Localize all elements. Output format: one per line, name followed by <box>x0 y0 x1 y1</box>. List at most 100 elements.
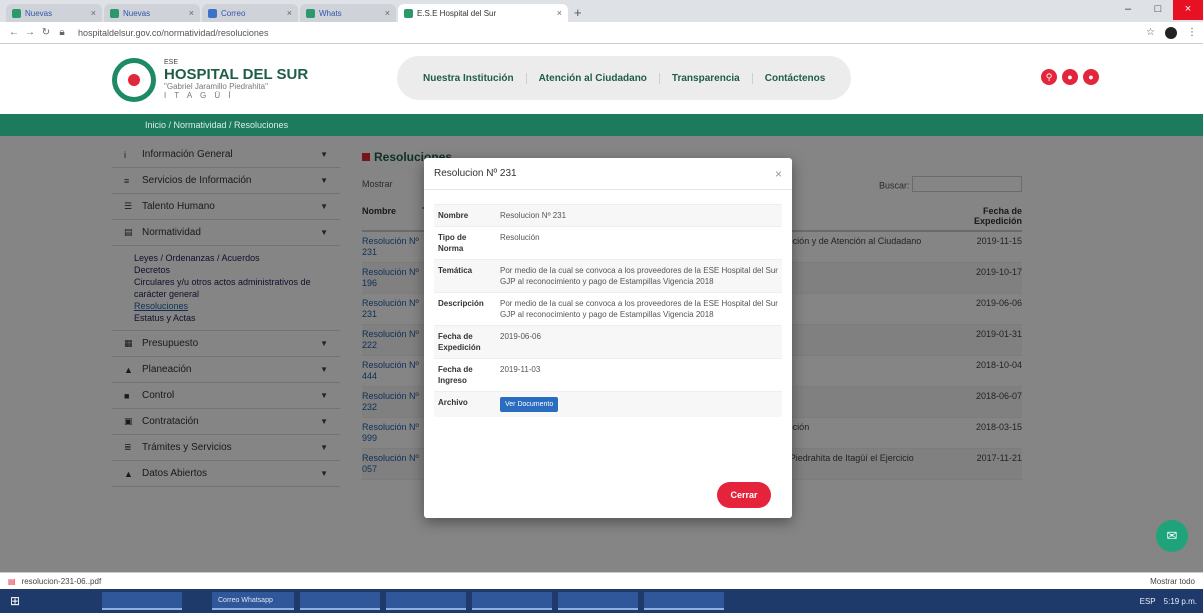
taskbar-chrome-app[interactable] <box>102 592 182 610</box>
detail-row-descripcion: Descripción Por medio de la cual se convo… <box>434 292 782 326</box>
tray-clock[interactable]: 5:19 p.m. <box>1164 597 1197 606</box>
tab-favicon-icon <box>208 8 217 18</box>
system-tray: ESP 5:19 p.m. <box>1140 597 1197 606</box>
logo-line-2: HOSPITAL DEL SUR <box>164 65 309 83</box>
detail-row-tematica: Temática Por medio de la cual se convoca … <box>434 259 782 293</box>
tab-close-icon[interactable]: × <box>189 8 194 18</box>
close-button[interactable]: Cerrar <box>717 482 771 508</box>
pdf-file-icon: ▤ <box>8 576 16 586</box>
detail-key: Fecha de Ingreso <box>434 358 496 392</box>
lock-icon: 🔒︎ <box>59 27 65 38</box>
detail-key: Tipo de Norma <box>434 226 496 260</box>
tab-label: E.S.E Hospital del Sur <box>417 8 497 18</box>
detail-row-fecha-expedicion: Fecha de Expedición 2019-06-06 <box>434 325 782 359</box>
taskbar-app[interactable] <box>644 592 724 610</box>
taskbar-app-icon[interactable] <box>78 592 96 610</box>
detail-row-archivo: Archivo Ver Documento <box>434 391 782 417</box>
profile-avatar[interactable] <box>1165 26 1177 39</box>
main-nav: Nuestra Institución Atención al Ciudadan… <box>397 56 852 100</box>
download-file-name[interactable]: resolucion-231-06..pdf <box>22 577 102 586</box>
breadcrumb: Inicio / Normatividad / Resoluciones <box>0 114 1203 136</box>
tab-label: Nuevas <box>123 8 151 18</box>
hospital-logo[interactable]: ESE HOSPITAL DEL SUR "Gabriel Jaramillo … <box>112 58 308 102</box>
logo-mark-icon <box>112 58 156 102</box>
taskbar-excel-app[interactable] <box>386 592 466 610</box>
detail-value: Por medio de la cual se convoca a los pr… <box>496 292 782 326</box>
tab-label: Nuevas <box>25 8 53 18</box>
browser-tab-bar: Nuevas × Nuevas × Correo × Whats × E.S.E Hos… <box>0 0 1203 22</box>
tab-close-icon[interactable]: × <box>91 8 96 18</box>
reload-icon[interactable]: ↻ <box>38 27 54 38</box>
detail-value: 2019-06-06 <box>496 325 782 359</box>
logo-line-4: I T A G Ü Í <box>164 91 234 101</box>
download-bar: ▤ resolucion-231-06..pdf Mostrar todo <box>0 572 1203 589</box>
detail-key: Descripción <box>434 292 496 326</box>
detail-value: Por medio de la cual se convoca a los pr… <box>496 259 782 293</box>
modal-body: Nombre Resolucion Nº 231 Tipo de Norma Res… <box>424 190 792 417</box>
nav-nuestra-institucion[interactable]: Nuestra Institución <box>411 72 527 84</box>
browser-tab-active[interactable]: E.S.E Hospital del Sur × <box>398 4 568 22</box>
maximize-button[interactable]: □ <box>1143 0 1173 20</box>
taskbar-excel-app[interactable] <box>472 592 552 610</box>
url-field[interactable]: hospitaldelsur.gov.co/normatividad/resol… <box>78 28 1146 38</box>
detail-row-fecha-ingreso: Fecha de Ingreso 2019-11-03 <box>434 358 782 392</box>
tab-favicon-icon <box>306 8 315 18</box>
detail-value: 2019-11-03 <box>496 358 782 392</box>
detail-key: Archivo <box>434 391 496 417</box>
nav-contactenos[interactable]: Contáctenos <box>753 73 838 84</box>
modal-title: Resolucion Nº 231 <box>434 168 517 179</box>
menu-dots-icon[interactable]: ⋮ <box>1187 27 1197 39</box>
detail-row-tipo: Tipo de Norma Resolución <box>434 226 782 260</box>
tab-label: Whats <box>319 8 342 18</box>
browser-tab[interactable]: Correo × <box>202 4 298 22</box>
detail-value: Resolución <box>496 226 782 260</box>
resolution-details-table: Nombre Resolucion Nº 231 Tipo de Norma Res… <box>434 204 782 417</box>
social-icon-2[interactable]: ● <box>1083 69 1099 85</box>
taskbar-app-icon[interactable] <box>54 592 72 610</box>
resolution-modal: Resolucion Nº 231 × Nombre Resolucion Nº … <box>424 158 792 518</box>
modal-header: Resolucion Nº 231 × <box>424 158 792 190</box>
tab-close-icon[interactable]: × <box>557 8 562 18</box>
taskbar-files-app[interactable] <box>300 592 380 610</box>
search-icon[interactable]: ⚲ <box>1041 69 1057 85</box>
forward-arrow-icon[interactable]: → <box>22 27 38 38</box>
detail-row-nombre: Nombre Resolucion Nº 231 <box>434 204 782 227</box>
taskbar-whatsapp-app[interactable]: Correo Whatsapp <box>212 592 294 610</box>
detail-key: Temática <box>434 259 496 293</box>
tray-language[interactable]: ESP <box>1140 597 1156 606</box>
tab-favicon-icon <box>110 8 119 18</box>
window-controls: – □ × <box>1113 0 1203 20</box>
chat-mail-icon[interactable]: ✉ <box>1156 520 1188 552</box>
nav-transparencia[interactable]: Transparencia <box>660 72 753 84</box>
minimize-button[interactable]: – <box>1113 0 1143 20</box>
tab-close-icon[interactable]: × <box>287 8 292 18</box>
taskbar-app-icon[interactable] <box>30 592 48 610</box>
detail-value: Ver Documento <box>496 391 782 417</box>
windows-start-icon[interactable]: ⊞ <box>6 593 24 609</box>
taskbar-excel-app[interactable] <box>558 592 638 610</box>
new-tab-button[interactable]: + <box>574 4 582 22</box>
address-bar: ← → ↻ 🔒︎ hospitaldelsur.gov.co/normativi… <box>0 22 1203 44</box>
detail-key: Fecha de Expedición <box>434 325 496 359</box>
star-icon[interactable]: ☆ <box>1146 27 1155 39</box>
view-document-button[interactable]: Ver Documento <box>500 397 559 412</box>
tab-label: Correo <box>221 8 246 18</box>
show-all-downloads-link[interactable]: Mostrar todo <box>1150 577 1195 586</box>
browser-tab[interactable]: Nuevas × <box>6 4 102 22</box>
detail-value: Resolucion Nº 231 <box>496 204 782 227</box>
tab-favicon-icon <box>12 8 21 18</box>
windows-taskbar: ⊞ Correo Whatsapp ESP 5:19 p.m. <box>0 589 1203 613</box>
close-window-button[interactable]: × <box>1173 0 1203 20</box>
back-arrow-icon[interactable]: ← <box>6 27 22 38</box>
browser-tab[interactable]: Whats × <box>300 4 396 22</box>
taskbar-app-icon[interactable] <box>188 592 206 610</box>
nav-atencion-ciudadano[interactable]: Atención al Ciudadano <box>527 72 660 84</box>
social-icon-1[interactable]: ● <box>1062 69 1078 85</box>
social-icons: ⚲ ● ● <box>1041 69 1099 85</box>
tab-close-icon[interactable]: × <box>385 8 390 18</box>
tab-favicon-icon <box>404 8 413 18</box>
modal-close-icon[interactable]: × <box>775 167 782 181</box>
site-header: ESE HOSPITAL DEL SUR "Gabriel Jaramillo … <box>0 44 1203 114</box>
browser-tab[interactable]: Nuevas × <box>104 4 200 22</box>
detail-key: Nombre <box>434 204 496 227</box>
